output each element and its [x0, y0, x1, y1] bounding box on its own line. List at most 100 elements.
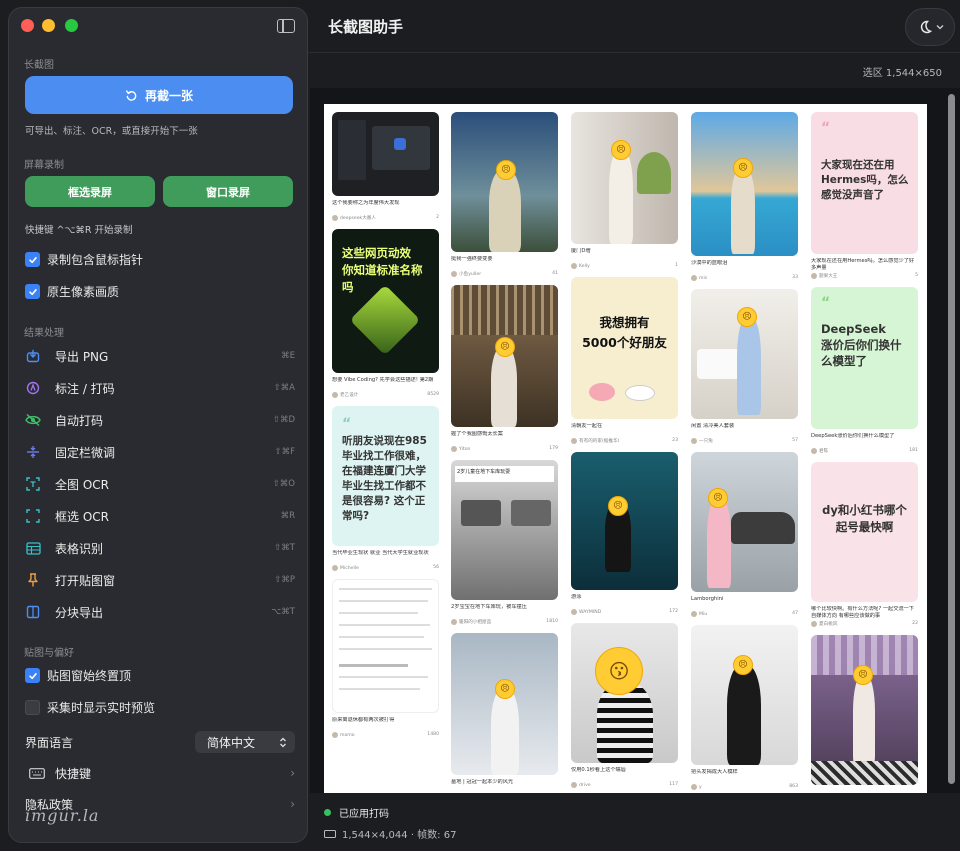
- pushpin-icon: [25, 572, 41, 588]
- maximize-window-button[interactable]: [65, 19, 78, 32]
- theme-toggle-button[interactable]: [905, 8, 955, 46]
- eye-slash-icon: [25, 412, 41, 428]
- split-icon: [25, 604, 41, 620]
- live-preview-checkbox[interactable]: 采集时显示实时预览: [25, 699, 155, 716]
- checkmark-icon[interactable]: [25, 284, 40, 299]
- pinned-bar-adjust-item[interactable]: 固定栏微调 ⇧⌘F: [25, 442, 295, 462]
- status-indicator: [324, 809, 331, 816]
- section-long-screenshot: 长截图: [24, 60, 54, 71]
- language-label: 界面语言: [25, 735, 74, 750]
- region-ocr-item[interactable]: 框选 OCR ⌘R: [25, 506, 295, 526]
- feed-card[interactable]: 😣 Lamborghini Miu 47: [691, 452, 798, 617]
- checkmark-icon[interactable]: [25, 668, 40, 683]
- ocr-full-icon: [25, 476, 41, 492]
- card-caption: 大家现在还在用Hermes吗。怎么感觉少了好多声量: [811, 258, 915, 271]
- card-image: 我想拥有 5000个好朋友: [571, 277, 678, 419]
- header-divider: [308, 52, 960, 53]
- feed-card[interactable]: “ 大家现在还在用Hermes吗，怎么感觉没声音了 大家现在还在用Hermes吗…: [811, 112, 918, 279]
- feed-card[interactable]: 😣 闲置 清冷美人套装 一只兔 57: [691, 289, 798, 444]
- moon-icon: [920, 20, 932, 34]
- feed-card[interactable]: 😣 把头发揭成大人模样 y 863: [691, 625, 798, 790]
- card-image: 😣: [691, 112, 798, 256]
- sidebar-toggle-icon[interactable]: [277, 19, 295, 33]
- card-image: [332, 112, 439, 196]
- feed-card[interactable]: 😣 握了个我图感慨太长案 Yiton 179: [451, 285, 558, 452]
- close-window-button[interactable]: [21, 19, 34, 32]
- preview-canvas[interactable]: 这个我要称之为年度伟大发现 deepseek大番人 2 这些网页动效 你知道标准名…: [324, 104, 927, 793]
- feed-card[interactable]: 😣 厦门D増 Kelly 1: [571, 112, 678, 269]
- refresh-icon: [125, 89, 137, 101]
- include-cursor-checkbox[interactable]: 录制包含鼠标指针: [25, 251, 143, 268]
- card-image: 2岁儿童在地下车库玩耍: [451, 460, 558, 600]
- region-record-button[interactable]: 框选录屏: [25, 176, 155, 207]
- annotate-icon: [25, 380, 41, 396]
- open-pin-window-item[interactable]: 打开贴图窗 ⇧⌘P: [25, 570, 295, 590]
- card-caption: 把头发揭成大人模样: [691, 769, 738, 775]
- card-image: 😣: [451, 285, 558, 427]
- shortcuts-row[interactable]: 快捷键 ›: [25, 763, 295, 783]
- pin-bar-icon: [25, 444, 41, 460]
- card-caption: 2岁宝宝在地下车库玩，被车撞压: [451, 604, 527, 610]
- ocr-region-icon: [25, 508, 41, 524]
- card-caption: 闲置 清冷美人套装: [691, 423, 735, 429]
- feed-card[interactable]: 2岁儿童在地下车库玩耍 2岁宝宝在地下车库玩，被车撞压 暖阳的小相屋品 1810: [451, 460, 558, 625]
- feed-card[interactable]: 原来离退休都有两次被打得 momo 1480: [332, 579, 439, 738]
- table-recognition-item[interactable]: 表格识别 ⇧⌘T: [25, 538, 295, 558]
- feed-card[interactable]: 😣 挺我一强终要变要 小鱼yuller 41: [451, 112, 558, 277]
- feed-card[interactable]: 我想拥有 5000个好朋友 清朝友一起在 有有的的家(据推华) 23: [571, 277, 678, 444]
- export-png-item[interactable]: 导出 PNG ⌘E: [25, 346, 295, 366]
- capture-again-button[interactable]: 再截一张: [25, 76, 293, 114]
- dimensions-text: 1,544×4,044 · 帧数: 67: [342, 830, 457, 841]
- feed-column: 😣 沙漠中的蓝眼泪 mis 33 😣 闲置 清冷美人套装 一只兔 57 😣 La…: [691, 112, 798, 793]
- updown-chevron-icon: [280, 737, 286, 747]
- feed-card[interactable]: 😣 墓地 | 冠冠一起本少的风光: [451, 633, 558, 792]
- card-caption: 挺我一强终要变要: [451, 256, 493, 262]
- language-row: 界面语言 简体中文: [25, 731, 295, 753]
- feed-card[interactable]: dy和小红书哪个起号最快啊 哪个比较快啊。有什么方法呢? 一起交流一下自媒体方向…: [811, 462, 918, 627]
- feed-card[interactable]: 这个我要称之为年度伟大发现 deepseek大番人 2: [332, 112, 439, 221]
- card-image: 😣: [691, 289, 798, 419]
- card-caption: 这个我要称之为年度伟大发现: [332, 200, 400, 206]
- screenshot-preview[interactable]: 这个我要称之为年度伟大发现 deepseek大番人 2 这些网页动效 你知道标准名…: [310, 88, 960, 793]
- card-image: 😣: [571, 112, 678, 244]
- feed-card[interactable]: 😣: [811, 635, 918, 785]
- keyboard-icon: [29, 767, 45, 779]
- card-caption: 清朝友一起在: [571, 423, 603, 429]
- card-image: “ 大家现在还在用Hermes吗，怎么感觉没声音了: [811, 112, 918, 254]
- feed-card[interactable]: 😣 游泳 WAYMIND 172: [571, 452, 678, 615]
- native-pixel-checkbox[interactable]: 原生像素画质: [25, 283, 119, 300]
- card-caption: 当代毕业生现状 就业 当代大学生就业现状: [332, 550, 429, 556]
- split-export-item[interactable]: 分块导出 ⌥⌘T: [25, 602, 295, 622]
- card-caption: 仅用0.1秒看上这个嘴唇: [571, 767, 626, 773]
- image-size-icon: [324, 829, 336, 838]
- card-caption: 沙漠中的蓝眼泪: [691, 260, 728, 266]
- full-ocr-item[interactable]: 全图 OCR ⇧⌘O: [25, 474, 295, 494]
- card-image: “ 听朋友说现在985毕业找工作很难，在福建连厦门大学毕业生找工作都不是很容易?…: [332, 406, 439, 546]
- card-caption: 墓地 | 冠冠一起本少的风光: [451, 779, 514, 785]
- language-select[interactable]: 简体中文: [195, 731, 295, 753]
- feed-card[interactable]: 😣 沙漠中的蓝眼泪 mis 33: [691, 112, 798, 281]
- preview-scrollbar[interactable]: [944, 88, 958, 793]
- page-title: 长截图助手: [328, 18, 404, 36]
- pin-always-on-top-checkbox[interactable]: 贴图窗始终置顶: [25, 667, 131, 684]
- feed-card[interactable]: 这些网页动效 你知道标准名称 吗 想要 Vibe Coding? 先学会这些描述…: [332, 229, 439, 398]
- window-record-button[interactable]: 窗口录屏: [163, 176, 293, 207]
- card-caption: 原来离退休都有两次被打得: [332, 717, 395, 723]
- card-caption: DeepSeek涨价后你们换什么模型了: [811, 433, 895, 439]
- minimize-window-button[interactable]: [42, 19, 55, 32]
- unchecked-box[interactable]: [25, 700, 40, 715]
- checkmark-icon[interactable]: [25, 252, 40, 267]
- export-icon: [25, 348, 41, 364]
- auto-mosaic-item[interactable]: 自动打码 ⇧⌘D: [25, 410, 295, 430]
- image-dimensions: 1,544×4,044 · 帧数: 67: [324, 826, 456, 841]
- feed-column: 这个我要称之为年度伟大发现 deepseek大番人 2 这些网页动效 你知道标准名…: [332, 112, 439, 746]
- card-image: 😣: [691, 452, 798, 592]
- feed-card[interactable]: 😗 仅用0.1秒看上这个嘴唇 drive 117: [571, 623, 678, 788]
- status-text: 已应用打码: [339, 809, 389, 820]
- annotate-item[interactable]: 标注 / 打码 ⇧⌘A: [25, 378, 295, 398]
- feed-card[interactable]: “ 听朋友说现在985毕业找工作很难，在福建连厦门大学毕业生找工作都不是很容易?…: [332, 406, 439, 571]
- card-caption: 想要 Vibe Coding? 先学会这些描述! 第2期: [332, 377, 434, 383]
- feed-column: “ 大家现在还在用Hermes吗，怎么感觉没声音了 大家现在还在用Hermes吗…: [811, 112, 918, 793]
- feed-card[interactable]: “ DeepSeek 涨价后你们换什么模型了 DeepSeek涨价后你们换什么模…: [811, 287, 918, 454]
- scrollbar-thumb[interactable]: [948, 94, 955, 784]
